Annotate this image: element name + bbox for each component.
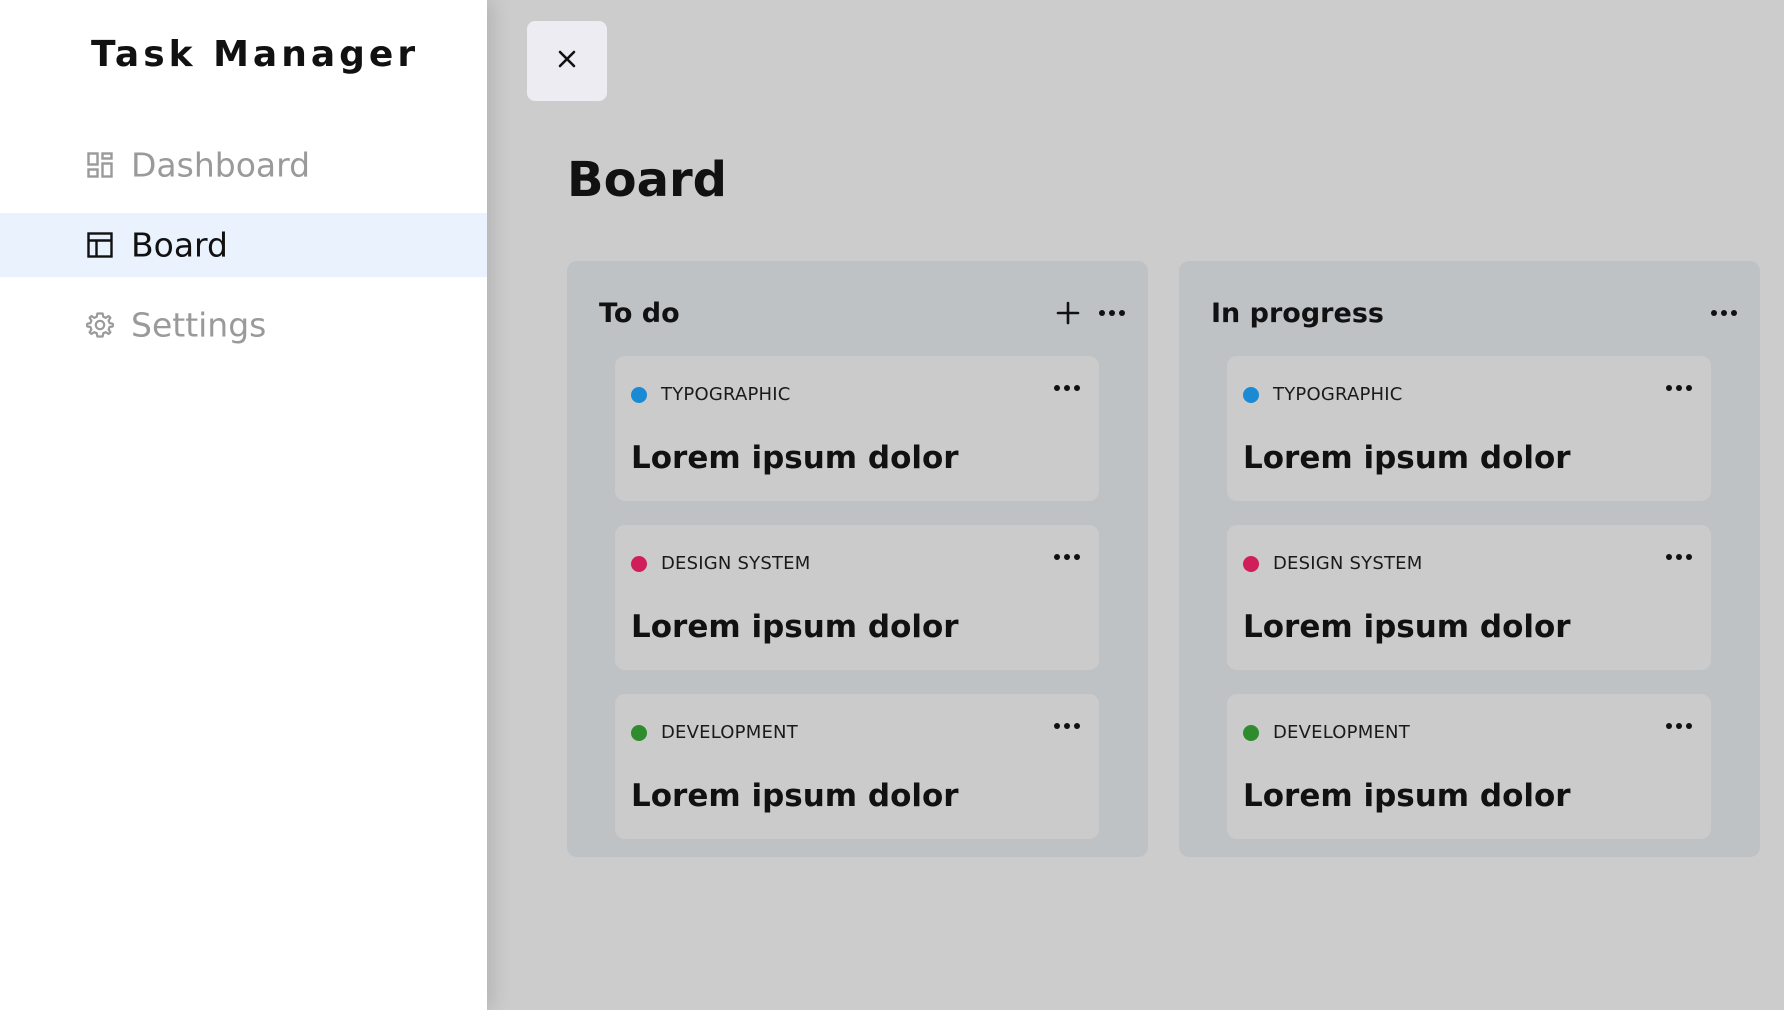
main-content: Board To do TYPOGRAPHIC Lorem ipsum dolo… bbox=[487, 0, 1784, 1010]
tag-dot bbox=[631, 555, 647, 572]
sidebar-item-board[interactable]: Board bbox=[0, 213, 487, 277]
task-card[interactable]: DEVELOPMENT Lorem ipsum dolor bbox=[615, 694, 1099, 839]
more-icon bbox=[1666, 554, 1692, 560]
card-tag: TYPOGRAPHIC bbox=[1243, 384, 1403, 405]
column-actions bbox=[1710, 285, 1738, 341]
column-title: To do bbox=[599, 297, 680, 329]
card-tag: TYPOGRAPHIC bbox=[631, 384, 791, 405]
sidebar-item-dashboard[interactable]: Dashboard bbox=[0, 133, 487, 197]
card-title: Lorem ipsum dolor bbox=[1243, 609, 1571, 645]
task-card[interactable]: TYPOGRAPHIC Lorem ipsum dolor bbox=[1227, 356, 1711, 501]
card-more-button[interactable] bbox=[1053, 553, 1081, 561]
tag-dot bbox=[1243, 555, 1259, 572]
tag-label: DESIGN SYSTEM bbox=[1273, 553, 1423, 574]
card-tag: DESIGN SYSTEM bbox=[631, 553, 810, 574]
tag-dot bbox=[631, 386, 647, 403]
board-icon bbox=[86, 231, 114, 259]
app-title: Task Manager bbox=[91, 34, 420, 75]
tag-dot bbox=[1243, 386, 1259, 403]
board-column-todo: To do TYPOGRAPHIC Lorem ipsum dolor DESI… bbox=[567, 261, 1148, 857]
column-header: To do bbox=[599, 285, 1126, 341]
dashboard-icon bbox=[86, 151, 114, 179]
task-card[interactable]: DESIGN SYSTEM Lorem ipsum dolor bbox=[1227, 525, 1711, 670]
card-tag: DESIGN SYSTEM bbox=[1243, 553, 1422, 574]
add-card-button[interactable] bbox=[1056, 301, 1080, 325]
more-icon bbox=[1054, 723, 1080, 729]
task-card[interactable]: DEVELOPMENT Lorem ipsum dolor bbox=[1227, 694, 1711, 839]
tag-dot bbox=[631, 724, 647, 741]
column-title: In progress bbox=[1211, 297, 1384, 329]
close-icon bbox=[557, 49, 577, 73]
more-icon bbox=[1666, 723, 1692, 729]
sidebar-item-label: Dashboard bbox=[131, 145, 311, 185]
settings-icon bbox=[86, 311, 114, 339]
card-more-button[interactable] bbox=[1665, 384, 1693, 392]
more-icon bbox=[1099, 310, 1125, 316]
card-more-button[interactable] bbox=[1053, 384, 1081, 392]
more-icon bbox=[1054, 554, 1080, 560]
card-more-button[interactable] bbox=[1053, 722, 1081, 730]
sidebar: Task Manager Dashboard Board Settings bbox=[0, 0, 487, 1010]
card-title: Lorem ipsum dolor bbox=[1243, 440, 1571, 476]
task-card[interactable]: TYPOGRAPHIC Lorem ipsum dolor bbox=[615, 356, 1099, 501]
sidebar-item-settings[interactable]: Settings bbox=[0, 293, 487, 357]
card-title: Lorem ipsum dolor bbox=[631, 609, 959, 645]
column-header: In progress bbox=[1211, 285, 1738, 341]
tag-label: TYPOGRAPHIC bbox=[1273, 384, 1403, 405]
page-title: Board bbox=[567, 152, 727, 208]
tag-label: DESIGN SYSTEM bbox=[661, 553, 811, 574]
tag-dot bbox=[1243, 724, 1259, 741]
close-button[interactable] bbox=[527, 21, 607, 101]
card-title: Lorem ipsum dolor bbox=[631, 778, 959, 814]
app: Task Manager Dashboard Board Settings Bo… bbox=[0, 0, 1784, 1010]
card-more-button[interactable] bbox=[1665, 553, 1693, 561]
plus-icon bbox=[1056, 301, 1080, 325]
tag-label: DEVELOPMENT bbox=[1273, 722, 1410, 743]
card-title: Lorem ipsum dolor bbox=[1243, 778, 1571, 814]
column-actions bbox=[1056, 285, 1126, 341]
task-card[interactable]: DESIGN SYSTEM Lorem ipsum dolor bbox=[615, 525, 1099, 670]
board-column-in-progress: In progress TYPOGRAPHIC Lorem ipsum dolo… bbox=[1179, 261, 1760, 857]
card-tag: DEVELOPMENT bbox=[631, 722, 798, 743]
more-icon bbox=[1054, 385, 1080, 391]
card-tag: DEVELOPMENT bbox=[1243, 722, 1410, 743]
column-more-button[interactable] bbox=[1710, 309, 1738, 317]
more-icon bbox=[1666, 385, 1692, 391]
card-more-button[interactable] bbox=[1665, 722, 1693, 730]
more-icon bbox=[1711, 310, 1737, 316]
sidebar-nav: Dashboard Board Settings bbox=[0, 133, 487, 373]
column-more-button[interactable] bbox=[1098, 309, 1126, 317]
tag-label: TYPOGRAPHIC bbox=[661, 384, 791, 405]
sidebar-item-label: Board bbox=[131, 225, 228, 265]
card-title: Lorem ipsum dolor bbox=[631, 440, 959, 476]
sidebar-item-label: Settings bbox=[131, 305, 267, 345]
tag-label: DEVELOPMENT bbox=[661, 722, 798, 743]
